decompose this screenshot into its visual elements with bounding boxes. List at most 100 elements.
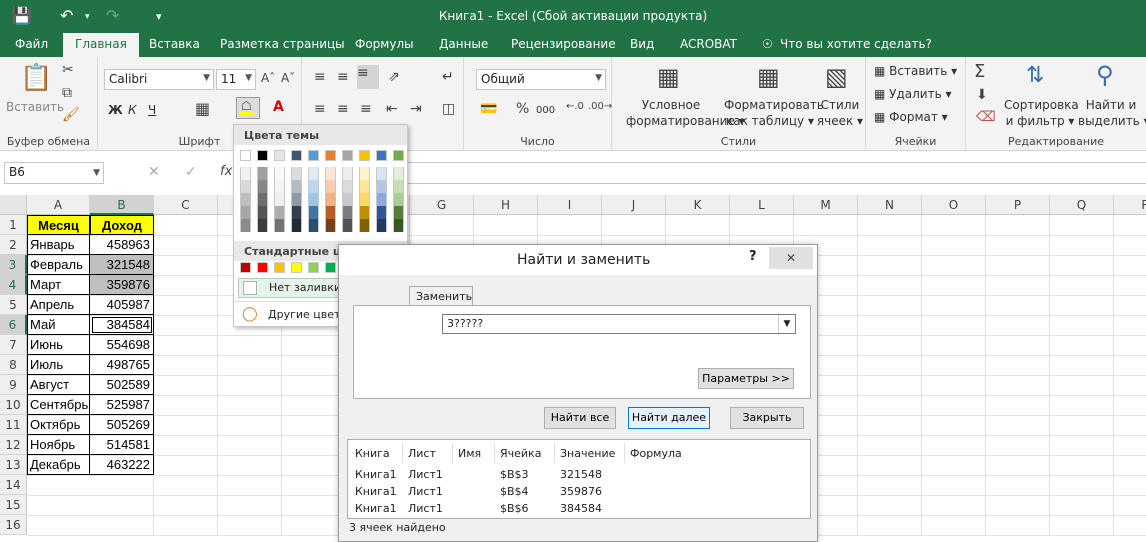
table-cell-month[interactable]: Июнь bbox=[27, 335, 90, 355]
table-cell-month[interactable]: Январь bbox=[27, 235, 90, 255]
column-header[interactable]: O bbox=[922, 195, 986, 215]
cut-icon[interactable]: ✂ bbox=[62, 62, 74, 78]
theme-color-shade[interactable] bbox=[359, 180, 370, 193]
theme-color-shade[interactable] bbox=[274, 193, 285, 206]
align-bottom-icon[interactable]: ≡ bbox=[357, 65, 379, 89]
cell-styles-button[interactable]: Стили ячеек ▾ bbox=[816, 97, 864, 129]
row-header[interactable]: 11 bbox=[0, 415, 27, 435]
theme-color-shade[interactable] bbox=[291, 219, 302, 232]
align-right-icon[interactable]: ≡ bbox=[360, 101, 372, 117]
font-size-select[interactable]: 11 ▼ bbox=[216, 69, 256, 90]
standard-color-swatch[interactable] bbox=[325, 262, 336, 273]
column-header[interactable]: P bbox=[986, 195, 1050, 215]
italic-button[interactable]: К bbox=[128, 102, 137, 118]
theme-color-shade[interactable] bbox=[342, 193, 353, 206]
paste-button[interactable]: Вставить bbox=[6, 99, 64, 115]
column-header[interactable]: I bbox=[538, 195, 602, 215]
standard-color-swatch[interactable] bbox=[257, 262, 268, 273]
tab-formulas[interactable]: Формулы bbox=[355, 37, 414, 51]
delete-cells-button[interactable]: ▦ Удалить ▾ bbox=[874, 86, 952, 102]
theme-color-shade[interactable] bbox=[376, 167, 387, 180]
table-cell-month[interactable]: Ноябрь bbox=[27, 435, 90, 455]
column-header[interactable]: M bbox=[794, 195, 858, 215]
table-cell-month[interactable]: Декабрь bbox=[27, 455, 90, 475]
column-header[interactable]: K bbox=[666, 195, 730, 215]
table-cell-month[interactable]: Май bbox=[27, 315, 90, 335]
theme-color-shade[interactable] bbox=[257, 206, 268, 219]
column-header[interactable]: J bbox=[602, 195, 666, 215]
column-header[interactable]: L bbox=[730, 195, 794, 215]
table-cell-month[interactable]: Август bbox=[27, 375, 90, 395]
theme-color-swatch[interactable] bbox=[342, 150, 353, 161]
close-icon[interactable]: ✕ bbox=[769, 247, 813, 269]
sort-filter-icon[interactable]: ⇅ bbox=[1026, 63, 1044, 88]
paste-icon[interactable]: 📋 bbox=[20, 63, 52, 93]
row-header[interactable]: 7 bbox=[0, 335, 27, 355]
shrink-font-icon[interactable]: Aˇ bbox=[281, 71, 295, 85]
autosum-icon[interactable]: Σ bbox=[974, 61, 985, 82]
theme-color-shade[interactable] bbox=[325, 180, 336, 193]
theme-color-shade[interactable] bbox=[393, 180, 404, 193]
tab-review[interactable]: Рецензирование bbox=[511, 37, 616, 51]
font-name-select[interactable]: Calibri ▼ bbox=[104, 69, 214, 90]
theme-color-shade[interactable] bbox=[308, 206, 319, 219]
results-column-header[interactable]: Значение bbox=[560, 447, 615, 460]
theme-color-shade[interactable] bbox=[342, 206, 353, 219]
theme-color-shade[interactable] bbox=[393, 206, 404, 219]
theme-color-shade[interactable] bbox=[342, 219, 353, 232]
row-header[interactable]: 6 bbox=[0, 315, 27, 335]
row-header[interactable]: 14 bbox=[0, 475, 27, 495]
align-middle-icon[interactable]: ≡ bbox=[337, 69, 349, 85]
theme-color-shade[interactable] bbox=[308, 193, 319, 206]
table-header-cell[interactable]: Доход bbox=[90, 215, 154, 235]
theme-color-shade[interactable] bbox=[308, 180, 319, 193]
theme-color-shade[interactable] bbox=[376, 180, 387, 193]
chevron-down-icon[interactable]: ▼ bbox=[778, 315, 795, 333]
row-header[interactable]: 1 bbox=[0, 215, 27, 235]
decrease-decimal-icon[interactable]: .00→ bbox=[588, 101, 612, 112]
table-cell-income[interactable]: 498765 bbox=[90, 355, 154, 375]
format-as-table-icon[interactable]: ▦ bbox=[757, 63, 780, 91]
table-cell-income[interactable]: 359876 bbox=[90, 275, 154, 295]
table-cell-income[interactable]: 458963 bbox=[90, 235, 154, 255]
tab-acrobat[interactable]: ACROBAT bbox=[680, 37, 737, 51]
standard-color-swatch[interactable] bbox=[240, 262, 251, 273]
theme-color-shade[interactable] bbox=[325, 219, 336, 232]
row-header[interactable]: 16 bbox=[0, 515, 27, 535]
table-cell-income[interactable]: 463222 bbox=[90, 455, 154, 475]
format-as-table-button[interactable]: Форматировать как таблицу ▾ bbox=[724, 97, 824, 129]
theme-color-shade[interactable] bbox=[325, 206, 336, 219]
row-header[interactable]: 4 bbox=[0, 275, 27, 295]
wrap-text-icon[interactable]: ↵ bbox=[442, 69, 454, 85]
increase-decimal-icon[interactable]: ←.0 bbox=[566, 101, 584, 112]
row-header[interactable]: 9 bbox=[0, 375, 27, 395]
table-cell-income[interactable]: 505269 bbox=[90, 415, 154, 435]
theme-color-shade[interactable] bbox=[291, 167, 302, 180]
align-left-icon[interactable]: ≡ bbox=[314, 101, 326, 117]
theme-color-shade[interactable] bbox=[240, 180, 251, 193]
table-cell-income[interactable]: 384584 bbox=[90, 315, 154, 335]
theme-color-shade[interactable] bbox=[359, 167, 370, 180]
tab-home[interactable]: Главная bbox=[63, 33, 139, 58]
align-top-icon[interactable]: ≡ bbox=[314, 69, 326, 85]
help-icon[interactable]: ? bbox=[749, 249, 757, 264]
theme-color-shade[interactable] bbox=[257, 219, 268, 232]
number-format-select[interactable]: Общий ▼ bbox=[476, 69, 606, 90]
results-column-header[interactable]: Лист bbox=[408, 447, 436, 460]
theme-color-shade[interactable] bbox=[359, 219, 370, 232]
standard-color-swatch[interactable] bbox=[291, 262, 302, 273]
theme-color-swatch[interactable] bbox=[376, 150, 387, 161]
results-column-header[interactable]: Имя bbox=[458, 447, 481, 460]
tab-replace[interactable]: Заменить bbox=[409, 286, 473, 306]
theme-color-shade[interactable] bbox=[240, 219, 251, 232]
theme-color-swatch[interactable] bbox=[393, 150, 404, 161]
find-select-icon[interactable]: ⚲ bbox=[1096, 61, 1114, 89]
table-cell-month[interactable]: Март bbox=[27, 275, 90, 295]
grow-font-icon[interactable]: Aˆ bbox=[261, 71, 275, 85]
table-header-cell[interactable]: Месяц bbox=[27, 215, 90, 235]
theme-color-swatch[interactable] bbox=[240, 150, 251, 161]
column-header[interactable]: B bbox=[90, 195, 154, 215]
format-cells-button[interactable]: ▦ Формат ▾ bbox=[874, 109, 948, 125]
close-button[interactable]: Закрыть bbox=[730, 407, 804, 429]
theme-color-shade[interactable] bbox=[291, 206, 302, 219]
